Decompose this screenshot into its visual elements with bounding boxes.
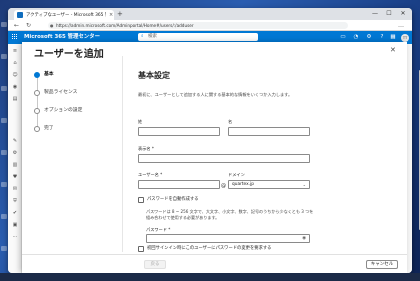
desktop-icon[interactable] bbox=[1, 54, 7, 59]
desktop-icon[interactable] bbox=[1, 182, 7, 187]
add-user-panel: ユーザーを追加 ✕ 基本 製品ライセンス オプションの設定 完了 基本設定 最初… bbox=[22, 42, 420, 273]
desktop-icon[interactable] bbox=[1, 246, 7, 251]
password-field[interactable]: ◉ bbox=[146, 234, 310, 243]
panel-divider bbox=[122, 56, 123, 252]
step-optional[interactable]: オプションの設定 bbox=[44, 108, 82, 114]
step-dot-basic[interactable] bbox=[34, 72, 40, 78]
step-dot-optional[interactable] bbox=[34, 108, 40, 114]
tab-title: アクティブなユーザー - Microsoft 365 管理センター bbox=[26, 13, 106, 18]
display-name-label: 表示名 * bbox=[138, 146, 154, 151]
step-basic[interactable]: 基本 bbox=[44, 72, 54, 78]
auto-password-checkbox[interactable] bbox=[138, 197, 144, 203]
new-tab-button[interactable]: + bbox=[117, 10, 123, 18]
lock-icon: ● bbox=[50, 23, 54, 28]
menu-icon[interactable]: ≡ bbox=[11, 48, 19, 54]
security-icon[interactable]: ⛨ bbox=[11, 198, 19, 204]
desktop-icon[interactable] bbox=[1, 214, 7, 219]
section-title: 基本設定 bbox=[138, 71, 170, 80]
compliance-icon[interactable]: ✔ bbox=[11, 210, 19, 216]
section-description: 最初に、ユーザーとして追加する人に関する基本的な情報をいくつか入力します。 bbox=[138, 92, 293, 97]
chevron-down-icon: ⌄ bbox=[302, 182, 306, 187]
back-button[interactable]: 戻る bbox=[144, 260, 166, 269]
search-input[interactable]: 検索 bbox=[138, 33, 258, 41]
address-bar-row: ← ↻ https://admin.microsoft.com/Adminpor… bbox=[8, 20, 412, 31]
desktop-icon[interactable] bbox=[1, 22, 7, 27]
url-field[interactable]: https://admin.microsoft.com/Adminportal/… bbox=[48, 22, 348, 29]
settings-icon[interactable]: ⚙ bbox=[11, 150, 19, 156]
health-icon[interactable]: ♥ bbox=[11, 174, 19, 180]
domain-select[interactable]: quartex.jp ⌄ bbox=[228, 180, 310, 189]
users-icon[interactable]: ☺ bbox=[11, 72, 19, 78]
cancel-button[interactable]: キャンセル bbox=[366, 260, 398, 269]
window-close-button[interactable]: ✕ bbox=[396, 9, 410, 19]
maximize-button[interactable]: ☐ bbox=[382, 9, 396, 19]
first-name-label: 姓 bbox=[138, 119, 143, 124]
taskbar bbox=[0, 273, 420, 281]
left-nav-rail: ≡ ⌂ ☺ ◉ ▤ ✎ ⚙ ▥ ♥ ✉ ⛨ ✔ ▣ ⋯ bbox=[8, 44, 22, 273]
back-icon[interactable]: ← bbox=[14, 21, 19, 30]
require-change-checkbox[interactable] bbox=[138, 246, 144, 252]
m365-favicon-icon bbox=[17, 12, 23, 18]
desktop-icon[interactable] bbox=[1, 86, 7, 91]
password-note: パスワードは 8 ~ 256 文字で、大文字、小文字、数字、記号のうちから少なく… bbox=[146, 209, 314, 220]
search-icon: ⌕ bbox=[141, 34, 144, 39]
endpoint-icon[interactable]: ▣ bbox=[11, 222, 19, 228]
desktop-icons bbox=[0, 8, 8, 273]
desktop-icon[interactable] bbox=[1, 118, 7, 123]
tab-strip: アクティブなユーザー - Microsoft 365 管理センター × + — … bbox=[8, 8, 412, 20]
require-change-label: 初回サインイン時にこのユーザーにパスワードの変更を要求する bbox=[147, 246, 272, 251]
eye-icon[interactable]: ◉ bbox=[302, 235, 306, 242]
avatar[interactable]: TT bbox=[401, 34, 409, 42]
app-launcher-icon[interactable] bbox=[12, 34, 18, 40]
display-name-field[interactable] bbox=[138, 154, 310, 163]
billing-icon[interactable]: ▤ bbox=[11, 96, 19, 102]
desktop-icon[interactable] bbox=[1, 150, 7, 155]
username-label: ユーザー名 * bbox=[138, 172, 163, 177]
step-dot-finish[interactable] bbox=[34, 126, 40, 132]
browser-menu-icon[interactable]: … bbox=[398, 21, 404, 30]
step-dot-license[interactable] bbox=[34, 90, 40, 96]
reports-icon[interactable]: ▥ bbox=[11, 162, 19, 168]
minimize-button[interactable]: — bbox=[368, 9, 382, 19]
panel-footer: 戻る キャンセル bbox=[22, 254, 407, 273]
more-icon[interactable]: ⋯ bbox=[11, 234, 19, 240]
tab-close-icon[interactable]: × bbox=[109, 12, 113, 18]
mail-icon[interactable]: ✉ bbox=[11, 186, 19, 192]
username-field[interactable] bbox=[138, 180, 220, 189]
panel-title: ユーザーを追加 bbox=[34, 49, 104, 60]
last-name-field[interactable] bbox=[228, 127, 310, 136]
first-name-field[interactable] bbox=[138, 127, 220, 136]
step-finish[interactable]: 完了 bbox=[44, 126, 54, 132]
browser-tab[interactable]: アクティブなユーザー - Microsoft 365 管理センター × bbox=[14, 10, 114, 20]
home-icon[interactable]: ⌂ bbox=[11, 60, 19, 66]
auto-password-label: パスワードを自動作成する bbox=[147, 197, 199, 202]
groups-icon[interactable]: ◉ bbox=[11, 84, 19, 90]
domain-value: quartex.jp bbox=[232, 182, 254, 187]
password-label: パスワード * bbox=[146, 227, 171, 232]
last-name-label: 名 bbox=[228, 119, 233, 124]
steps-connector bbox=[37, 75, 38, 131]
refresh-icon[interactable]: ↻ bbox=[26, 21, 31, 30]
setup-icon[interactable]: ✎ bbox=[11, 138, 19, 144]
close-icon[interactable]: ✕ bbox=[390, 46, 396, 54]
domain-label: ドメイン bbox=[228, 172, 245, 177]
at-sign: @ bbox=[221, 183, 226, 189]
step-license[interactable]: 製品ライセンス bbox=[44, 90, 77, 96]
